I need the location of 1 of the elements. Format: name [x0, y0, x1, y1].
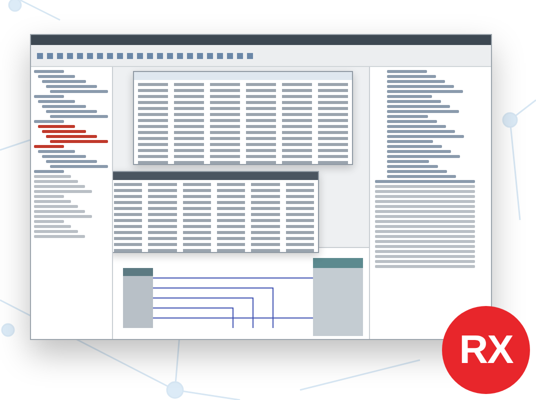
logo: RX: [442, 306, 530, 394]
